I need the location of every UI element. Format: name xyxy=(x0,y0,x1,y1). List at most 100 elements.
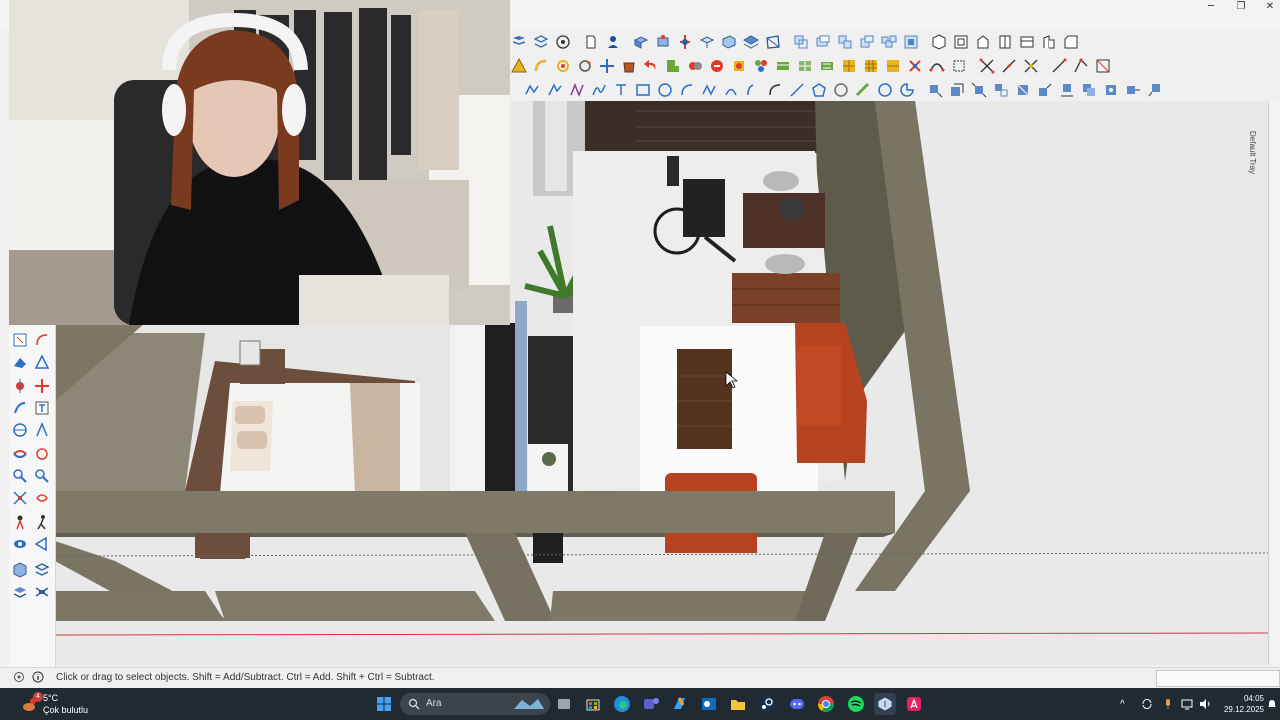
draw-4-icon[interactable] xyxy=(590,81,608,99)
adobe-icon[interactable] xyxy=(903,693,925,715)
pan-icon[interactable] xyxy=(33,445,51,463)
circle-tool-icon[interactable] xyxy=(656,81,674,99)
previous-view-icon[interactable] xyxy=(33,489,51,507)
extension-15-icon[interactable] xyxy=(978,57,996,75)
line-tool-icon[interactable] xyxy=(788,81,806,99)
offset-icon[interactable] xyxy=(676,33,694,51)
start-icon[interactable] xyxy=(373,693,395,715)
circle-2-icon[interactable] xyxy=(876,81,894,99)
default-tray[interactable]: Default Tray xyxy=(1248,101,1280,665)
walk-icon[interactable] xyxy=(33,513,51,531)
layers-icon[interactable] xyxy=(814,33,832,51)
triangle-tool-icon[interactable] xyxy=(33,353,51,371)
tape-measure-icon[interactable] xyxy=(854,81,872,99)
extension-18-icon[interactable] xyxy=(1050,57,1068,75)
materials-icon[interactable] xyxy=(836,33,854,51)
shadows-icon[interactable] xyxy=(902,33,920,51)
extension-6-icon[interactable] xyxy=(774,57,792,75)
zoom-window-icon[interactable] xyxy=(33,467,51,485)
bottom-view-icon[interactable] xyxy=(1062,33,1080,51)
extension-17-icon[interactable] xyxy=(1022,57,1040,75)
sandbox-2-icon[interactable] xyxy=(33,561,51,579)
follow-tool-icon[interactable] xyxy=(11,399,29,417)
protractor-icon[interactable] xyxy=(11,421,29,439)
extension-12-icon[interactable] xyxy=(906,57,924,75)
restore-button[interactable]: ❐ xyxy=(1226,0,1256,16)
zoom-icon[interactable] xyxy=(11,467,29,485)
discord-icon[interactable] xyxy=(786,693,808,715)
extension-16-icon[interactable] xyxy=(1000,57,1018,75)
sync-icon[interactable] xyxy=(1141,698,1153,710)
extension-4-icon[interactable] xyxy=(730,57,748,75)
follow-me-icon[interactable] xyxy=(654,33,672,51)
paint-bucket-icon[interactable] xyxy=(620,57,638,75)
transform-8-icon[interactable] xyxy=(1080,81,1098,99)
transform-1-icon[interactable] xyxy=(926,81,944,99)
pie-tool-icon[interactable] xyxy=(898,81,916,99)
transform-3-icon[interactable] xyxy=(970,81,988,99)
left-view-icon[interactable] xyxy=(1040,33,1058,51)
component-outliner-icon[interactable] xyxy=(792,33,810,51)
draw-1-icon[interactable] xyxy=(524,81,542,99)
spotify-icon[interactable] xyxy=(845,693,867,715)
clock[interactable]: 04:05 29.12.2025 xyxy=(1218,693,1264,715)
solid-tools-icon[interactable] xyxy=(510,33,528,51)
extension-10-icon[interactable] xyxy=(862,57,880,75)
outlook-icon[interactable] xyxy=(698,693,720,715)
edge-icon[interactable] xyxy=(611,693,633,715)
extension-20-icon[interactable] xyxy=(1094,57,1112,75)
transform-10-icon[interactable] xyxy=(1124,81,1142,99)
transform-6-icon[interactable] xyxy=(1036,81,1054,99)
select-tool-icon[interactable] xyxy=(11,331,29,349)
arc-tool-icon[interactable] xyxy=(532,57,550,75)
iso-view-icon[interactable] xyxy=(930,33,948,51)
arc-4-icon[interactable] xyxy=(744,81,762,99)
look-around-icon[interactable] xyxy=(11,535,29,553)
zoom-extents-icon[interactable] xyxy=(11,489,29,507)
sketchup-icon[interactable] xyxy=(874,693,896,715)
outer-shell-icon[interactable] xyxy=(720,33,738,51)
tray-chevron-icon[interactable]: ^ xyxy=(1120,699,1125,710)
extension-7-icon[interactable] xyxy=(796,57,814,75)
orbit-tool-icon[interactable] xyxy=(576,57,594,75)
draw-5-icon[interactable] xyxy=(612,81,630,99)
transform-7-icon[interactable] xyxy=(1058,81,1076,99)
network-icon[interactable] xyxy=(1181,698,1193,710)
scenes-icon[interactable] xyxy=(880,33,898,51)
extension-9-icon[interactable] xyxy=(840,57,858,75)
transform-11-icon[interactable] xyxy=(1146,81,1164,99)
text-tool-icon[interactable] xyxy=(33,399,51,417)
rotate-tool-icon[interactable] xyxy=(554,57,572,75)
arc-2-icon[interactable] xyxy=(678,81,696,99)
extension-8-icon[interactable] xyxy=(818,57,836,75)
solid-inspector-icon[interactable] xyxy=(11,561,29,579)
extension-14-icon[interactable] xyxy=(950,57,968,75)
styles-icon[interactable] xyxy=(858,33,876,51)
subtract-icon[interactable] xyxy=(764,33,782,51)
measurements-box[interactable] xyxy=(1156,670,1280,687)
warning-icon[interactable] xyxy=(510,57,528,75)
move-tool-icon[interactable] xyxy=(598,57,616,75)
position-camera-icon[interactable] xyxy=(11,513,29,531)
copilot-icon[interactable] xyxy=(669,693,691,715)
store-icon[interactable] xyxy=(582,693,604,715)
extension-13-icon[interactable] xyxy=(928,57,946,75)
section-plane-icon[interactable] xyxy=(33,535,51,553)
weather-widget[interactable]: 4 5°C Çok bulutlu xyxy=(22,692,112,718)
layers-2-icon[interactable] xyxy=(11,583,29,601)
task-view-icon[interactable] xyxy=(553,693,575,715)
rectangle-tool-icon[interactable] xyxy=(634,81,652,99)
steam-icon[interactable] xyxy=(756,693,778,715)
extension-3-icon[interactable] xyxy=(708,57,726,75)
move-2-icon[interactable] xyxy=(33,377,51,395)
notification-bell-icon[interactable] xyxy=(1266,698,1278,710)
arc-3-icon[interactable] xyxy=(722,81,740,99)
draw-3-icon[interactable] xyxy=(568,81,586,99)
extension-2-icon[interactable] xyxy=(686,57,704,75)
front-view-icon[interactable] xyxy=(974,33,992,51)
draw-2-icon[interactable] xyxy=(546,81,564,99)
extension-5-icon[interactable] xyxy=(752,57,770,75)
lasso-tool-icon[interactable] xyxy=(33,331,51,349)
undo-icon[interactable] xyxy=(642,57,660,75)
teams-icon[interactable] xyxy=(640,693,662,715)
